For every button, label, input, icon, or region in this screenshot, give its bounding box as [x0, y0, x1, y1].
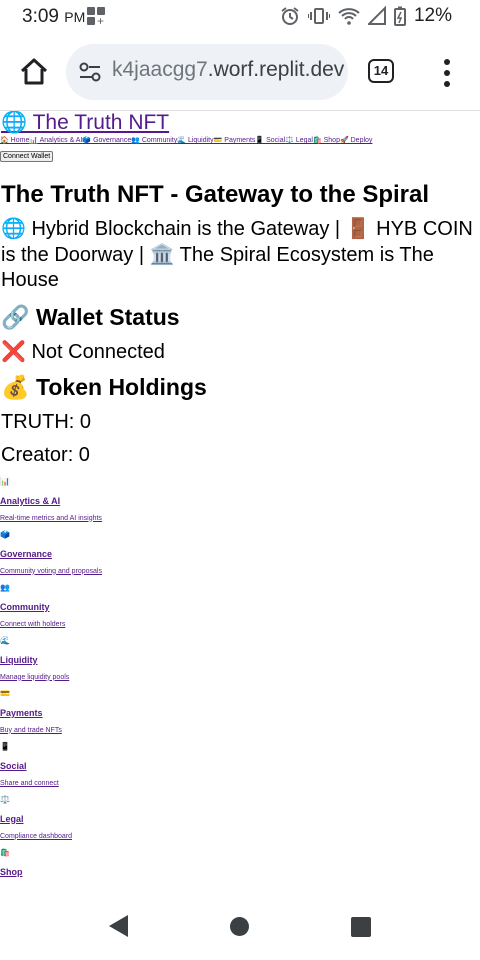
recents-icon[interactable] — [351, 917, 371, 937]
feature-title[interactable]: Analytics & AI — [0, 495, 480, 507]
nav-link-deploy[interactable]: 🚀 Deploy — [340, 137, 372, 144]
tab-switcher-button[interactable]: 14 — [368, 59, 394, 83]
scales-icon: ⚖️ — [0, 794, 10, 804]
feature-list: 📊 Analytics & AI Real-time metrics and A… — [0, 477, 480, 878]
feature-analytics[interactable]: 📊 Analytics & AI Real-time metrics and A… — [0, 477, 480, 523]
page-title: The Truth NFT - Gateway to the Spiral — [1, 181, 430, 208]
feature-title[interactable]: Social — [0, 760, 480, 772]
feature-social[interactable]: 📱 Social Share and connect — [0, 742, 480, 788]
web-page: 🌐 The Truth NFT 🏠 Home📊 Analytics & AI🗳️… — [0, 111, 480, 892]
tagline: 🌐 Hybrid Blockchain is the Gateway | 🚪 H… — [1, 218, 473, 291]
nav-link-governance[interactable]: 🗳️ Governance — [82, 137, 131, 144]
feature-governance[interactable]: 🗳️ Governance Community voting and propo… — [0, 530, 480, 576]
token-holdings-heading: 💰 Token Holdings — [1, 373, 207, 400]
feature-title[interactable]: Payments — [0, 707, 480, 719]
feature-payments[interactable]: 💳 Payments Buy and trade NFTs — [0, 689, 480, 735]
feature-title[interactable]: Legal — [0, 813, 480, 825]
creator-balance: Creator: 0 — [1, 443, 90, 466]
more-menu-icon[interactable] — [442, 56, 452, 88]
people-icon: 👥 — [0, 582, 10, 592]
credit-card-icon: 💳 — [0, 688, 10, 698]
home-icon[interactable] — [18, 56, 50, 88]
feature-shop[interactable]: 🛍️ Shop — [0, 848, 480, 878]
connect-wallet-button[interactable]: Connect Wallet — [0, 151, 54, 162]
feature-title[interactable]: Community — [0, 601, 480, 613]
nav-link-home[interactable]: 🏠 Home — [0, 137, 29, 144]
status-time-ampm: PM — [64, 9, 86, 25]
back-icon[interactable] — [109, 915, 128, 937]
nav-link-legal[interactable]: ⚖️ Legal — [285, 137, 313, 144]
site-title-link[interactable]: 🌐 The Truth NFT — [1, 111, 480, 135]
site-settings-icon[interactable] — [79, 62, 101, 82]
feature-title[interactable]: Governance — [0, 548, 480, 560]
nav-link-liquidity[interactable]: 🌊 Liquidity — [177, 137, 213, 144]
wallet-status-heading: 🔗 Wallet Status — [1, 303, 180, 330]
truth-balance: TRUTH: 0 — [1, 410, 91, 433]
status-time: 3:09 PM — [22, 6, 85, 28]
feature-desc[interactable]: Share and connect — [0, 779, 480, 788]
status-icons: 12% — [280, 5, 452, 27]
nav-link-community[interactable]: 👥 Community — [131, 137, 177, 144]
nav-link-social[interactable]: 📱 Social — [255, 137, 285, 144]
url-text[interactable]: k4jaacgg7.worf.replit.dev — [112, 58, 344, 82]
feature-title[interactable]: Liquidity — [0, 654, 480, 666]
app-grid-icon: + — [87, 7, 107, 27]
url-domain: .worf.replit.dev — [207, 58, 345, 81]
feature-desc[interactable]: Compliance dashboard — [0, 832, 480, 841]
system-nav-bar — [0, 892, 480, 960]
wifi-icon — [338, 8, 360, 25]
tab-count: 14 — [373, 63, 389, 78]
address-bar[interactable]: k4jaacgg7.worf.replit.dev — [66, 44, 348, 100]
feature-title[interactable]: Shop — [0, 866, 480, 878]
battery-charging-icon — [393, 6, 406, 26]
alarm-icon — [281, 7, 299, 25]
phone-icon: 📱 — [0, 741, 10, 751]
nav-link-shop[interactable]: 🛍️ Shop — [313, 137, 340, 144]
vibrate-icon — [307, 8, 330, 24]
battery-percent: 12% — [413, 5, 452, 26]
feature-desc[interactable]: Buy and trade NFTs — [0, 726, 480, 735]
feature-desc[interactable]: Community voting and proposals — [0, 567, 480, 576]
feature-desc[interactable]: Real-time metrics and AI insights — [0, 514, 480, 523]
nav-link-payments[interactable]: 💳 Payments — [214, 137, 256, 144]
home-circle-icon[interactable] — [230, 917, 249, 936]
top-nav: 🏠 Home📊 Analytics & AI🗳️ Governance👥 Com… — [0, 136, 480, 145]
feature-desc[interactable]: Connect with holders — [0, 620, 480, 629]
browser-toolbar: k4jaacgg7.worf.replit.dev 14 — [0, 36, 480, 111]
wallet-status-value: ❌ Not Connected — [1, 340, 165, 363]
status-bar: 3:09 PM + 12% — [0, 0, 480, 36]
feature-community[interactable]: 👥 Community Connect with holders — [0, 583, 480, 629]
ballot-icon: 🗳️ — [0, 529, 10, 539]
wave-icon: 🌊 — [0, 635, 10, 645]
shopping-bags-icon: 🛍️ — [0, 847, 10, 857]
feature-legal[interactable]: ⚖️ Legal Compliance dashboard — [0, 795, 480, 841]
url-prefix: k4jaacgg7 — [112, 58, 208, 81]
nav-link-analytics[interactable]: 📊 Analytics & AI — [29, 137, 82, 144]
feature-desc[interactable]: Manage liquidity pools — [0, 673, 480, 682]
status-time-value: 3:09 — [22, 6, 59, 27]
feature-liquidity[interactable]: 🌊 Liquidity Manage liquidity pools — [0, 636, 480, 682]
chart-icon: 📊 — [0, 476, 10, 486]
signal-icon — [367, 6, 386, 25]
